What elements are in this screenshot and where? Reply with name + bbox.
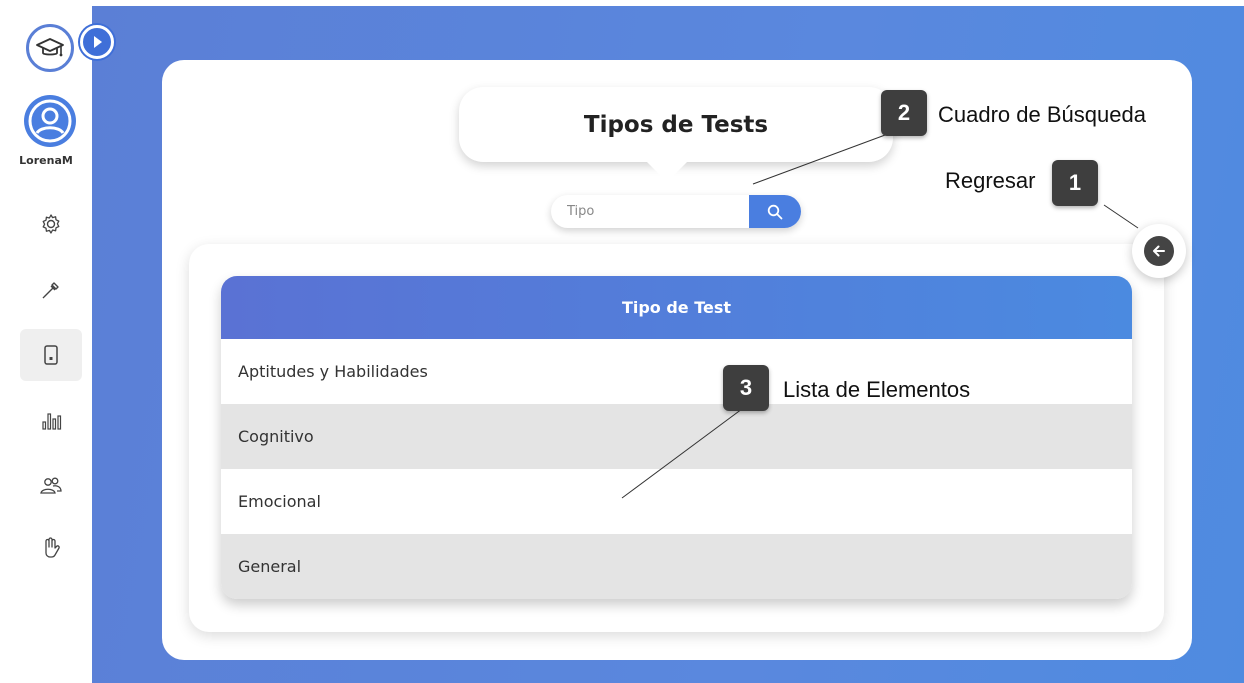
users-icon xyxy=(40,477,62,494)
tablet-icon xyxy=(44,345,58,365)
sidebar-item-settings[interactable] xyxy=(20,198,82,250)
table-row[interactable]: Cognitivo xyxy=(221,404,1132,469)
page-title: Tipos de Tests xyxy=(583,111,769,138)
graduation-cap-icon xyxy=(36,38,64,57)
callout-number-3: 3 xyxy=(723,365,769,411)
callout-label-busqueda: Cuadro de Búsqueda xyxy=(938,102,1146,127)
arrow-left-icon xyxy=(1153,245,1165,257)
search-input[interactable] xyxy=(551,195,749,228)
back-button-circle xyxy=(1144,236,1174,266)
callout-label-regresar: Regresar xyxy=(945,168,1036,193)
avatar[interactable] xyxy=(24,95,76,147)
user-avatar-icon xyxy=(28,99,72,143)
graduation-cap-logo[interactable] xyxy=(26,24,74,72)
title-bubble: Tipos de Tests xyxy=(459,87,893,182)
test-types-table: Tipo de Test Aptitudes y Habilidades Cog… xyxy=(221,276,1132,599)
table-row[interactable]: General xyxy=(221,534,1132,599)
back-button[interactable] xyxy=(1132,224,1186,278)
play-icon xyxy=(94,36,102,48)
sidebar-item-users[interactable] xyxy=(20,460,82,512)
sidebar-toggle-button[interactable] xyxy=(80,25,114,59)
sidebar-item-dropper[interactable] xyxy=(20,264,82,316)
top-strip xyxy=(92,0,1244,6)
table-row[interactable]: Emocional xyxy=(221,469,1132,534)
sidebar-item-hand[interactable] xyxy=(20,522,82,574)
hand-icon xyxy=(45,537,60,558)
sidebar-item-tests[interactable] xyxy=(20,329,82,381)
callout-label-lista: Lista de Elementos xyxy=(783,377,971,402)
username: LorenaM xyxy=(19,154,73,167)
search-box xyxy=(551,195,801,228)
dropper-icon xyxy=(42,282,59,299)
gear-icon xyxy=(42,214,60,234)
sidebar-item-stats[interactable] xyxy=(20,394,82,446)
bar-chart-icon xyxy=(42,413,62,430)
sidebar: LorenaM xyxy=(0,0,92,683)
search-button[interactable] xyxy=(749,195,801,228)
table-header: Tipo de Test xyxy=(221,276,1132,339)
table-row[interactable]: Aptitudes y Habilidades xyxy=(221,339,1132,404)
callout-number-2: 2 xyxy=(881,90,927,136)
callout-number-1: 1 xyxy=(1052,160,1098,206)
search-icon xyxy=(767,204,783,219)
